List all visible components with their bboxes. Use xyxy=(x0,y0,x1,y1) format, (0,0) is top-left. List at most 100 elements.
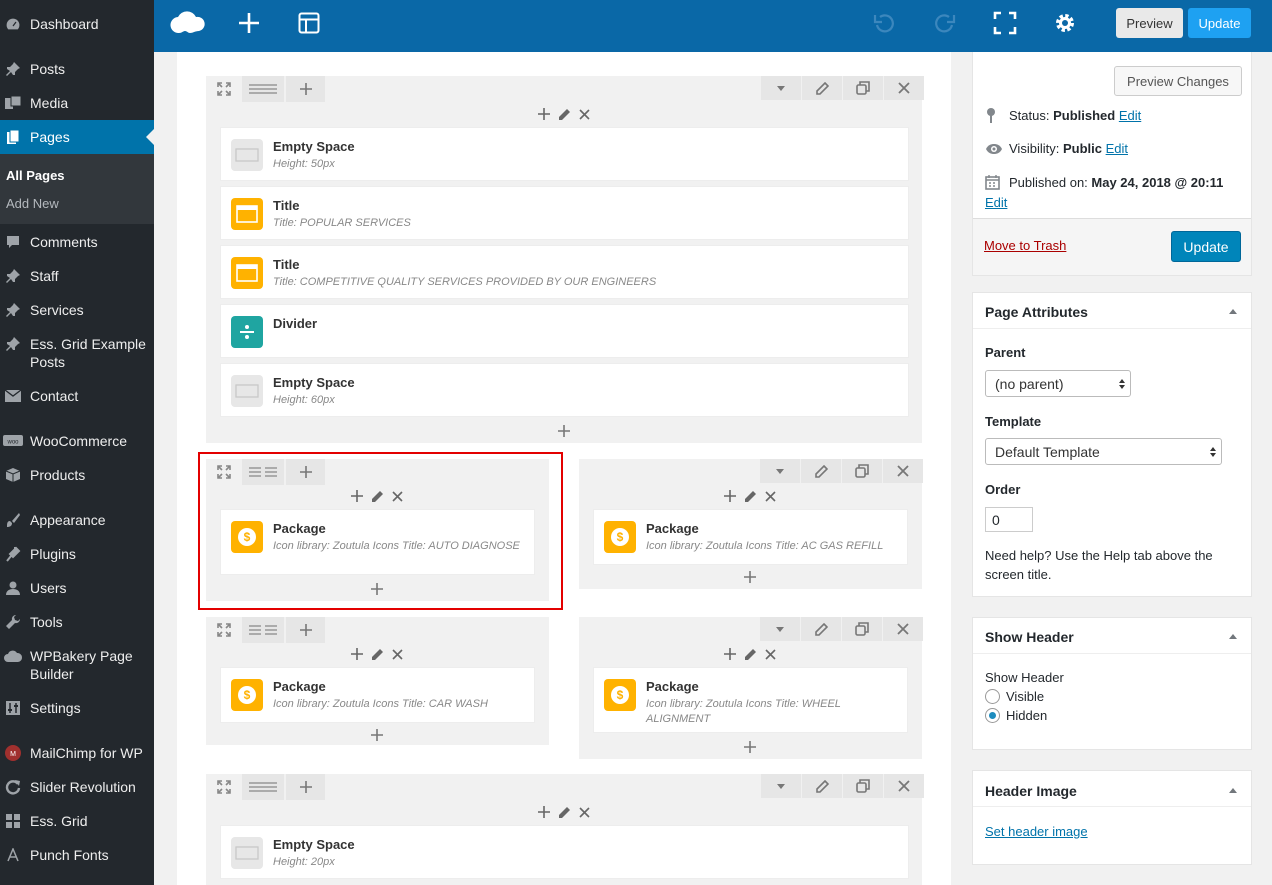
caret-up-icon[interactable] xyxy=(1229,788,1237,793)
templates-icon[interactable] xyxy=(290,0,328,46)
sidebar-item-woocommerce[interactable]: woo WooCommerce xyxy=(0,432,154,450)
submenu-add-new[interactable]: Add New xyxy=(6,196,59,212)
clone-icon[interactable] xyxy=(842,459,882,483)
add-column-icon[interactable] xyxy=(284,774,325,800)
set-header-image-link[interactable]: Set header image xyxy=(985,824,1088,839)
caret-down-icon[interactable] xyxy=(760,617,800,641)
add-element-bottom-icon[interactable] xyxy=(742,569,758,585)
element-empty-space[interactable]: Empty Space Height: 50px xyxy=(220,127,909,181)
sidebar-item-media[interactable]: Media xyxy=(0,94,154,112)
submenu-all-pages[interactable]: All Pages xyxy=(6,168,65,184)
element-package[interactable]: $ Package Icon library: Zoutula Icons Ti… xyxy=(220,667,535,723)
preview-changes-button[interactable]: Preview Changes xyxy=(1114,66,1242,96)
redo-icon[interactable] xyxy=(927,0,963,46)
delete-column-icon[interactable] xyxy=(763,489,777,503)
sidebar-item-staff[interactable]: Staff xyxy=(0,267,154,285)
row-layout-icon[interactable] xyxy=(242,774,284,800)
sidebar-item-punch-fonts[interactable]: Punch Fonts xyxy=(0,846,154,864)
row-layout-icon[interactable] xyxy=(242,76,284,102)
add-column-icon[interactable] xyxy=(284,76,325,102)
add-element-bottom-icon[interactable] xyxy=(556,423,572,439)
element-empty-space[interactable]: Empty Space Height: 60px xyxy=(220,363,909,417)
caret-down-icon[interactable] xyxy=(761,774,801,798)
sidebar-item-ess-grid[interactable]: Ess. Grid xyxy=(0,812,154,830)
delete-icon[interactable] xyxy=(883,617,923,641)
element-divider[interactable]: Divider xyxy=(220,304,909,358)
panel-header[interactable]: Show Header xyxy=(973,618,1251,654)
add-element-bottom-icon[interactable] xyxy=(369,727,385,743)
settings-gear-icon[interactable] xyxy=(1047,0,1083,46)
sidebar-item-dashboard[interactable]: Dashboard xyxy=(0,15,154,33)
delete-icon[interactable] xyxy=(883,459,923,483)
order-input[interactable]: 0 xyxy=(985,507,1033,532)
element-empty-space[interactable]: Empty Space Height: 20px xyxy=(220,825,909,879)
panel-header[interactable]: Header Image xyxy=(973,771,1251,807)
element-package[interactable]: $ Package Icon library: Zoutula Icons Ti… xyxy=(593,667,908,733)
undo-icon[interactable] xyxy=(866,0,902,46)
expand-icon[interactable] xyxy=(208,617,240,643)
expand-icon[interactable] xyxy=(208,774,240,800)
radio-visible[interactable]: Visible xyxy=(985,689,1044,704)
add-element-small-icon[interactable] xyxy=(350,647,364,661)
sidebar-item-products[interactable]: Products xyxy=(0,466,154,484)
sidebar-item-slider-revolution[interactable]: Slider Revolution xyxy=(0,778,154,796)
sidebar-item-pages[interactable]: Pages xyxy=(0,120,154,154)
add-element-small-icon[interactable] xyxy=(537,805,551,819)
caret-down-icon[interactable] xyxy=(760,459,800,483)
sidebar-item-appearance[interactable]: Appearance xyxy=(0,511,154,529)
edit-column-icon[interactable] xyxy=(557,107,571,121)
clone-icon[interactable] xyxy=(843,774,883,798)
sidebar-item-wpbakery[interactable]: WPBakery Page Builder xyxy=(0,647,154,683)
delete-column-icon[interactable] xyxy=(577,107,591,121)
delete-column-icon[interactable] xyxy=(390,647,404,661)
delete-column-icon[interactable] xyxy=(577,805,591,819)
fullscreen-icon[interactable] xyxy=(987,0,1023,46)
sidebar-item-settings[interactable]: Settings xyxy=(0,699,154,717)
add-column-icon[interactable] xyxy=(284,617,325,643)
caret-up-icon[interactable] xyxy=(1229,634,1237,639)
sidebar-item-contact[interactable]: Contact xyxy=(0,387,154,405)
row-layout-icon[interactable] xyxy=(242,617,284,643)
radio-hidden[interactable]: Hidden xyxy=(985,708,1047,723)
visibility-edit-link[interactable]: Edit xyxy=(1106,141,1128,156)
caret-down-icon[interactable] xyxy=(761,76,801,100)
edit-column-icon[interactable] xyxy=(743,489,757,503)
element-title[interactable]: Title Title: COMPETITIVE QUALITY SERVICE… xyxy=(220,245,909,299)
add-element-small-icon[interactable] xyxy=(723,647,737,661)
add-element-bottom-icon[interactable] xyxy=(742,739,758,755)
radio-circle-checked[interactable] xyxy=(985,708,1000,723)
panel-header[interactable]: Page Attributes xyxy=(973,293,1251,329)
add-element-small-icon[interactable] xyxy=(723,489,737,503)
expand-icon[interactable] xyxy=(208,76,240,102)
sidebar-item-services[interactable]: Services xyxy=(0,301,154,319)
add-element-icon[interactable] xyxy=(230,0,268,46)
sidebar-item-tools[interactable]: Tools xyxy=(0,613,154,631)
edit-column-icon[interactable] xyxy=(370,647,384,661)
sidebar-item-mailchimp[interactable]: M MailChimp for WP xyxy=(0,744,154,762)
edit-column-icon[interactable] xyxy=(557,805,571,819)
sidebar-item-users[interactable]: Users xyxy=(0,579,154,597)
element-package[interactable]: $ Package Icon library: Zoutula Icons Ti… xyxy=(593,509,908,565)
move-to-trash-link[interactable]: Move to Trash xyxy=(984,238,1066,253)
clone-icon[interactable] xyxy=(842,617,882,641)
delete-icon[interactable] xyxy=(884,774,924,798)
delete-icon[interactable] xyxy=(884,76,924,100)
edit-pencil-icon[interactable] xyxy=(801,459,841,483)
clone-icon[interactable] xyxy=(843,76,883,100)
published-edit-link[interactable]: Edit xyxy=(985,195,1007,210)
sidebar-item-comments[interactable]: Comments xyxy=(0,233,154,251)
edit-pencil-icon[interactable] xyxy=(802,76,842,100)
template-select[interactable]: Default Template xyxy=(985,438,1222,465)
radio-circle[interactable] xyxy=(985,689,1000,704)
edit-pencil-icon[interactable] xyxy=(802,774,842,798)
sidebar-item-posts[interactable]: Posts xyxy=(0,60,154,78)
sidebar-item-plugins[interactable]: Plugins xyxy=(0,545,154,563)
delete-column-icon[interactable] xyxy=(763,647,777,661)
edit-pencil-icon[interactable] xyxy=(801,617,841,641)
update-button[interactable]: Update xyxy=(1171,231,1241,262)
edit-column-icon[interactable] xyxy=(743,647,757,661)
update-button-top[interactable]: Update xyxy=(1188,8,1251,38)
status-edit-link[interactable]: Edit xyxy=(1119,108,1141,123)
caret-up-icon[interactable] xyxy=(1229,309,1237,314)
wpbakery-logo-icon[interactable] xyxy=(166,0,210,46)
